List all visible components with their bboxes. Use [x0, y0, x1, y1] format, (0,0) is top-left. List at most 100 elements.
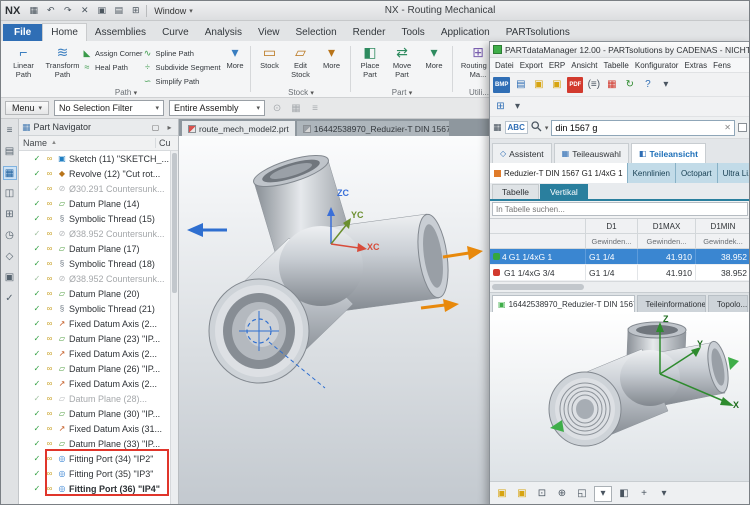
ribbon-tab[interactable]: Curve — [154, 24, 197, 41]
feature-tree-row[interactable]: ✓ ∞ ⊘ Ø38.952 Countersunk... — [19, 271, 170, 286]
visibility-checkbox[interactable]: ✓ — [32, 169, 42, 178]
visibility-checkbox[interactable]: ✓ — [32, 394, 42, 403]
preview-tool-icon[interactable]: ⊕ — [554, 486, 570, 502]
panel-close-icon[interactable]: ▸ — [164, 123, 175, 132]
titlebar-icon[interactable]: ✕ — [77, 5, 92, 16]
feature-tree-row[interactable]: ✓ ∞ ▱ Datum Plane (17) — [19, 241, 170, 256]
preview-tool-icon[interactable]: ◱ — [574, 486, 590, 502]
feature-label[interactable]: Datum Plane (26) "IP... — [69, 364, 160, 374]
resource-bar-icon[interactable]: ≡ — [3, 124, 17, 138]
pdm-menu-item[interactable]: ERP — [546, 60, 568, 71]
feature-label[interactable]: Datum Plane (20) — [69, 289, 140, 299]
visibility-checkbox[interactable]: ✓ — [32, 424, 42, 433]
pdm-tab[interactable]: ◧ Teileansicht — [631, 143, 706, 163]
feature-tree-row[interactable]: ✓ ∞ ↗ Fixed Datum Axis (2... — [19, 316, 170, 331]
list-icon[interactable]: ≡ — [308, 103, 322, 114]
pdm-tab[interactable]: ◇ Assistent — [492, 143, 552, 163]
tee-fitting-model[interactable] — [179, 136, 489, 504]
preview-tab[interactable]: Topolo... — [708, 295, 748, 312]
pdm-menu-item[interactable]: Ansicht — [568, 60, 600, 71]
pdm-titlebar[interactable]: PARTdataManager 12.00 - PARTsolutions by… — [490, 42, 750, 58]
abc-fulltext-icon[interactable]: ABC — [505, 121, 528, 134]
window-menu[interactable]: Window ▾ — [150, 5, 197, 17]
titlebar-icon[interactable]: ▤ — [111, 5, 126, 16]
ribbon-tab[interactable]: Application — [433, 24, 498, 41]
view-tab[interactable]: Tabelle — [492, 184, 539, 199]
pdm-menu-item[interactable]: Konfigurator — [632, 60, 682, 71]
visibility-checkbox[interactable]: ✓ — [32, 454, 42, 463]
feature-label[interactable]: Symbolic Thread (18) — [69, 259, 155, 269]
feature-tree-row[interactable]: ✓ ∞ ▱ Datum Plane (33) "IP... — [19, 436, 170, 451]
feature-tree-row[interactable]: ✓ ∞ ▱ Datum Plane (20) — [19, 286, 170, 301]
feature-label[interactable]: Ø38.952 Countersunk... — [69, 229, 165, 239]
preview-tool-icon[interactable]: ▾ — [594, 486, 612, 502]
ribbon-big-button[interactable]: ▾ More — [418, 43, 450, 86]
more-button[interactable]: ▾ More — [222, 43, 248, 71]
ribbon-small-button[interactable]: ∿ Spline Path — [143, 46, 222, 60]
visibility-checkbox[interactable]: ✓ — [32, 334, 42, 343]
pdm-toolbar-icon[interactable]: (≡) — [586, 77, 601, 93]
feature-label[interactable]: Datum Plane (17) — [69, 244, 140, 254]
feature-tree-row[interactable]: ✓ ∞ ⊘ Ø30.291 Countersunk... — [19, 181, 170, 196]
resource-bar-icon[interactable]: ▣ — [3, 271, 17, 285]
preview-tool-icon[interactable]: ▾ — [656, 486, 672, 502]
pdm-toolbar-icon[interactable]: ↻ — [622, 77, 637, 93]
pdm-menu-item[interactable]: Tabelle — [601, 60, 632, 71]
table-row[interactable]: G1 1/4xG 3/4 G1 1/4 41.910 38.952 — [490, 265, 750, 281]
expander-icon[interactable]: ▦ — [493, 122, 502, 133]
pdm-toolbar-icon[interactable]: ⊞ — [493, 99, 508, 115]
titlebar-icon[interactable]: ▣ — [94, 5, 109, 16]
pdm-toolbar-icon[interactable]: ▾ — [658, 77, 673, 93]
resource-bar-icon[interactable]: ✓ — [3, 292, 17, 306]
ribbon-tab[interactable]: PARTsolutions — [498, 24, 578, 41]
table-row[interactable]: 4 G1 1/4xG 1 G1 1/4 41.910 38.952 — [490, 249, 750, 265]
feature-tree-row[interactable]: ✓ ∞ ▱ Datum Plane (26) "IP... — [19, 361, 170, 376]
group-label[interactable]: Stock ▾ — [251, 88, 351, 97]
feature-label[interactable]: Fixed Datum Axis (2... — [69, 349, 157, 359]
pdm-toolbar-icon[interactable]: BMP — [493, 77, 510, 93]
visibility-checkbox[interactable]: ✓ — [32, 304, 42, 313]
visibility-checkbox[interactable]: ✓ — [32, 244, 42, 253]
feature-tree-row[interactable]: ✓ ∞ § Symbolic Thread (21) — [19, 301, 170, 316]
visibility-checkbox[interactable]: ✓ — [32, 469, 42, 478]
feature-tree-row[interactable]: ✓ ∞ ↗ Fixed Datum Axis (31... — [19, 421, 170, 436]
ribbon-big-button[interactable]: ▱ Edit Stock — [285, 43, 316, 86]
search-icon[interactable] — [531, 121, 542, 134]
resource-bar-icon[interactable]: ▦ — [3, 166, 17, 180]
feature-tree-row[interactable]: ✓ ∞ ▣ Sketch (11) "SKETCH_... — [19, 151, 170, 166]
feature-label[interactable]: Revolve (12) "Cut rot... — [69, 169, 160, 179]
feature-label[interactable]: Datum Plane (30) "IP... — [69, 409, 160, 419]
selection-filter-dropdown[interactable]: No Selection Filter▾ — [54, 100, 164, 116]
preview-tool-icon[interactable]: ▣ — [494, 486, 510, 502]
preview-tool-icon[interactable]: ⊡ — [534, 486, 550, 502]
ribbon-small-button[interactable]: ÷ Subdivide Segment — [143, 60, 222, 74]
visibility-checkbox[interactable]: ✓ — [32, 289, 42, 298]
feature-tree-row[interactable]: ✓ ∞ ▱ Datum Plane (30) "IP... — [19, 406, 170, 421]
part-info-tab[interactable]: Octopart — [676, 163, 718, 183]
feature-label[interactable]: Sketch (11) "SKETCH_... — [69, 154, 169, 164]
feature-tree-row[interactable]: ✓ ∞ ◆ Revolve (12) "Cut rot... — [19, 166, 170, 181]
feature-label[interactable]: Symbolic Thread (21) — [69, 304, 155, 314]
pdm-toolbar-icon[interactable]: PDF — [567, 77, 583, 93]
feature-label[interactable]: Datum Plane (23) "IP... — [69, 334, 160, 344]
group-label[interactable]: Part ▾ — [351, 88, 453, 97]
part-tab-active[interactable]: route_mech_model2.prt — [182, 121, 295, 136]
resource-bar-icon[interactable]: ◇ — [3, 250, 17, 264]
visibility-checkbox[interactable]: ✓ — [32, 439, 42, 448]
feature-tree-row[interactable]: ✓ ∞ ⊘ Ø38.952 Countersunk... — [19, 226, 170, 241]
chevron-down-icon[interactable]: ▾ — [545, 124, 549, 132]
menu-button[interactable]: Menu▾ — [5, 101, 49, 115]
resource-bar-icon[interactable]: ◷ — [3, 229, 17, 243]
preview-tab[interactable]: Teileinformationen — [637, 295, 706, 312]
titlebar-icon[interactable]: ⊞ — [128, 5, 143, 16]
table-column-header[interactable]: D1MAX — [638, 219, 696, 233]
pdm-menu-item[interactable]: Extras — [681, 60, 710, 71]
feature-tree-row[interactable]: ✓ ∞ § Symbolic Thread (18) — [19, 256, 170, 271]
ribbon-tab[interactable]: Assemblies — [87, 24, 154, 41]
tree-scrollbar[interactable] — [170, 151, 178, 504]
feature-label[interactable]: Datum Plane (28)... — [69, 394, 147, 404]
feature-tree-row[interactable]: ✓ ∞ ↗ Fixed Datum Axis (2... — [19, 346, 170, 361]
pdm-toolbar-icon[interactable]: ▾ — [510, 99, 525, 115]
preview-tool-icon[interactable]: ▣ — [514, 486, 530, 502]
column-cu[interactable]: Cu — [156, 138, 178, 148]
